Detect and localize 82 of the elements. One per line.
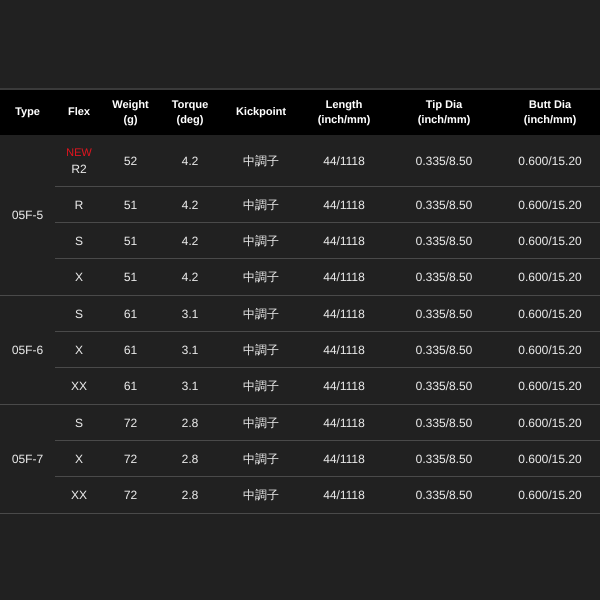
table-cell-text: 0.335/8.50: [416, 232, 472, 250]
column-header: Kickpoint: [234, 105, 288, 120]
type-cell-text: 05F-7: [12, 451, 44, 468]
flex-cell: S: [74, 414, 83, 430]
flex-cell: XX: [70, 487, 87, 503]
table-cell-text: 44/1118: [323, 450, 365, 468]
column-header: Weight (g): [111, 98, 150, 128]
table-cell-text: 中調子: [243, 342, 279, 358]
table-cell-text: 52: [124, 152, 138, 170]
table-cell-text: 中調子: [243, 196, 279, 214]
flex-cell: X: [74, 450, 83, 466]
table-cell-text: 0.600/15.20: [518, 306, 582, 322]
table-cell-text: 0.335/8.50: [416, 152, 472, 170]
table-cell-text: 0.600/15.20: [518, 487, 582, 504]
table-cell-text: 2.8: [182, 450, 198, 468]
table-cell-text: 44/1118: [323, 196, 365, 214]
table-cell-text: 44/1118: [323, 378, 365, 395]
table-cell-text: 44/1118: [323, 232, 365, 250]
flex-cell: S: [74, 232, 83, 248]
table-cell-text: 72: [124, 487, 138, 504]
table-cell-text: 0.600/15.20: [518, 414, 582, 432]
table-cell-text: 72: [124, 450, 138, 468]
table-cell-text: 0.600/15.20: [518, 196, 582, 214]
table-cell-text: 44/1118: [323, 487, 365, 504]
table-cell-text: 0.600/15.20: [518, 342, 582, 358]
table-cell-text: 3.1: [182, 306, 198, 322]
table-cell-text: 3.1: [182, 342, 198, 358]
column-header: Length (inch/mm): [316, 98, 372, 128]
table-cell-text: 44/1118: [323, 414, 365, 432]
table-cell-text: 中調子: [243, 450, 279, 468]
table-cell-text: 61: [124, 378, 138, 395]
flex-cell: S: [74, 306, 83, 322]
table-cell-text: 44/1118: [323, 269, 365, 286]
flex-cell: XX: [70, 378, 87, 394]
table-cell-text: 51: [124, 269, 138, 286]
table-cell-text: 0.335/8.50: [416, 306, 472, 322]
column-header: Flex: [66, 105, 91, 120]
table-cell-text: 44/1118: [323, 342, 365, 358]
table-cell-text: 0.600/15.20: [518, 269, 582, 286]
table-cell-text: 44/1118: [323, 306, 365, 322]
new-label: NEW: [66, 146, 92, 160]
table-cell-text: 0.335/8.50: [416, 342, 472, 358]
table-cell-text: 0.335/8.50: [416, 269, 472, 286]
flex-cell: R: [74, 196, 84, 212]
table-cell-text: 中調子: [243, 269, 279, 286]
table-cell-text: 中調子: [243, 232, 279, 250]
table-cell-text: 51: [124, 232, 138, 250]
table-cell-text: 0.335/8.50: [416, 196, 472, 214]
table-cell-text: 0.600/15.20: [518, 378, 582, 395]
table-cell-text: 2.8: [182, 414, 198, 432]
table-cell-text: 2.8: [182, 487, 198, 504]
table-cell-text: 0.600/15.20: [518, 450, 582, 468]
table-cell-text: 4.2: [182, 232, 198, 250]
table-cell-text: 3.1: [182, 378, 198, 395]
table-cell-text: 中調子: [243, 378, 279, 395]
table-cell-text: 4.2: [182, 269, 198, 286]
type-cell-text: 05F-6: [12, 342, 44, 359]
table-cell-text: 中調子: [243, 487, 279, 504]
column-header: Butt Dia (inch/mm): [522, 98, 578, 128]
table-cell-text: 0.335/8.50: [416, 487, 472, 504]
table-cell-text: 0.335/8.50: [416, 378, 472, 395]
table-cell-text: 0.335/8.50: [416, 414, 472, 432]
table-cell-text: 44/1118: [323, 152, 365, 170]
table-cell-text: 4.2: [182, 196, 198, 214]
table-cell-text: 中調子: [243, 152, 279, 170]
flex-cell: X: [74, 342, 83, 358]
table-cell-text: 72: [124, 414, 138, 432]
table-cell-text: 61: [124, 342, 138, 358]
table-cell-text: 中調子: [243, 414, 279, 432]
flex-cell: X: [74, 269, 83, 285]
column-header: Type: [14, 105, 41, 120]
table-cell-text: 61: [124, 306, 138, 322]
column-header: Tip Dia (inch/mm): [416, 98, 472, 128]
table-cell-text: 0.335/8.50: [416, 450, 472, 468]
table-cell-text: 0.600/15.20: [518, 152, 582, 170]
column-header: Torque (deg): [170, 98, 210, 128]
table-cell-text: 0.600/15.20: [518, 232, 582, 250]
table-cell-text: 中調子: [243, 306, 279, 322]
type-cell-text: 05F-5: [12, 207, 44, 224]
table-cell-text: 51: [124, 196, 138, 214]
flex-cell: R2: [71, 160, 87, 176]
table-cell-text: 4.2: [182, 152, 198, 170]
